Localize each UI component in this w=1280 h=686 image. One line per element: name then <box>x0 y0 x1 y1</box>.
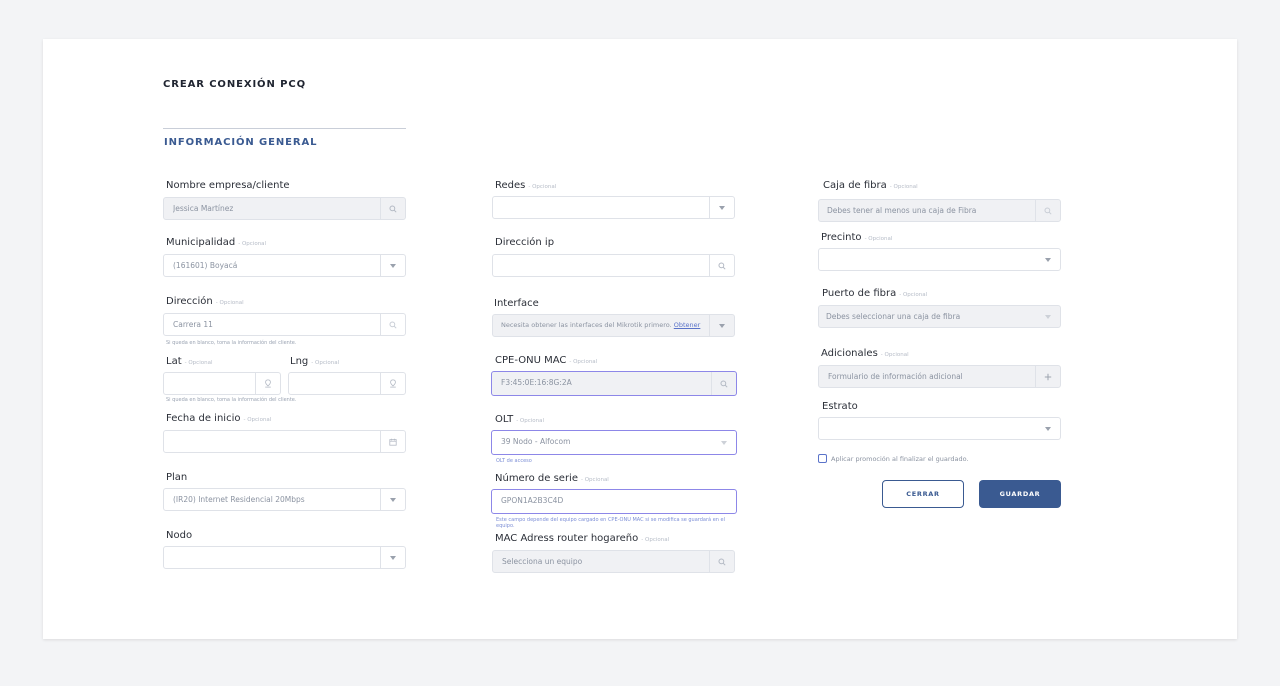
promo-checkbox-row[interactable]: Aplicar promoción al finalizar el guarda… <box>818 454 969 463</box>
direccion-hint: Si queda en blanco, toma la información … <box>166 340 297 346</box>
redes-select[interactable] <box>492 196 735 219</box>
municipalidad-select[interactable]: (161601) Boyacá <box>163 254 406 277</box>
puerto-fibra-select[interactable]: Debes seleccionar una caja de fibra <box>818 305 1061 328</box>
olt-hint: OLT de acceso <box>496 458 532 464</box>
mac-router-field[interactable]: Selecciona un equipo <box>492 550 735 573</box>
adicionales-label: Adicionales - Opcional <box>821 348 909 359</box>
precinto-label: Precinto - Opcional <box>821 232 893 243</box>
numero-serie-field[interactable]: GPON1A2B3C4D <box>491 489 737 514</box>
search-icon[interactable] <box>711 372 736 395</box>
nodo-select[interactable] <box>163 546 406 569</box>
olt-value: 39 Nodo - Alfocom <box>501 437 571 446</box>
chevron-down-icon[interactable] <box>380 547 405 568</box>
fecha-inicio-field[interactable] <box>163 430 406 453</box>
redes-label: Redes - Opcional <box>495 180 557 191</box>
interface-message: Necesita obtener las interfaces del Mikr… <box>501 321 701 329</box>
section-title: INFORMACIÓN GENERAL <box>164 137 318 148</box>
promo-checkbox[interactable] <box>818 454 827 463</box>
puerto-fibra-label: Puerto de fibra - Opcional <box>822 288 928 299</box>
chevron-down-icon[interactable] <box>709 315 734 336</box>
lng-field[interactable] <box>288 372 406 395</box>
chevron-down-icon[interactable] <box>1035 249 1060 270</box>
chevron-down-icon[interactable] <box>380 489 405 510</box>
nombre-label: Nombre empresa/cliente <box>166 180 290 191</box>
cpe-onu-mac-label: CPE-ONU MAC - Opcional <box>495 355 598 366</box>
promo-checkbox-label: Aplicar promoción al finalizar el guarda… <box>831 454 969 463</box>
olt-select[interactable]: 39 Nodo - Alfocom <box>491 430 737 455</box>
precinto-select[interactable] <box>818 248 1061 271</box>
search-icon[interactable] <box>380 198 405 219</box>
location-pin-icon[interactable] <box>255 373 280 394</box>
caja-fibra-field[interactable]: Debes tener al menos una caja de Fibra <box>818 199 1061 222</box>
cancel-button[interactable]: CERRAR <box>882 480 964 508</box>
puerto-fibra-placeholder: Debes seleccionar una caja de fibra <box>826 312 961 321</box>
adicionales-field[interactable]: Formulario de información adicional <box>818 365 1061 388</box>
chevron-down-icon[interactable] <box>1035 306 1060 327</box>
interface-label: Interface <box>494 298 539 309</box>
search-icon[interactable] <box>709 551 734 572</box>
direccion-label: Dirección - Opcional <box>166 296 244 307</box>
direccion-field[interactable]: Carrera 11 <box>163 313 406 336</box>
interface-select[interactable]: Necesita obtener las interfaces del Mikr… <box>492 314 735 337</box>
caja-fibra-label: Caja de fibra - Opcional <box>823 180 918 191</box>
adicionales-placeholder: Formulario de información adicional <box>828 372 963 381</box>
latlng-hint: Si queda en blanco, toma la información … <box>166 397 297 403</box>
estrato-label: Estrato <box>822 401 858 412</box>
search-icon[interactable] <box>380 314 405 335</box>
calendar-icon[interactable] <box>380 431 405 452</box>
plus-icon[interactable] <box>1035 366 1060 387</box>
cpe-onu-mac-value: F3:45:0E:16:8G:2A <box>501 378 572 387</box>
chevron-down-icon[interactable] <box>1035 418 1060 439</box>
municipalidad-label: Municipalidad - Opcional <box>166 237 267 248</box>
numero-serie-hint: Este campo depende del equipo cargado en… <box>496 517 725 529</box>
nombre-cliente-value: Jessica Martínez <box>173 204 234 213</box>
municipalidad-value: (161601) Boyacá <box>173 261 238 270</box>
direccion-value: Carrera 11 <box>173 320 213 329</box>
search-icon[interactable] <box>1035 200 1060 221</box>
estrato-select[interactable] <box>818 417 1061 440</box>
page-title: CREAR CONEXIÓN PCQ <box>163 79 306 90</box>
lat-field[interactable] <box>163 372 281 395</box>
mac-router-placeholder: Selecciona un equipo <box>502 557 583 566</box>
obtener-link[interactable]: Obtener <box>674 321 701 329</box>
numero-serie-value: GPON1A2B3C4D <box>501 496 564 505</box>
chevron-down-icon[interactable] <box>380 255 405 276</box>
plan-value: (IR20) Internet Residencial 20Mbps <box>173 495 305 504</box>
lat-label: Lat - Opcional <box>166 356 213 367</box>
caja-fibra-placeholder: Debes tener al menos una caja de Fibra <box>827 206 977 215</box>
save-button[interactable]: GUARDAR <box>979 480 1061 508</box>
nodo-label: Nodo <box>166 530 193 541</box>
chevron-down-icon[interactable] <box>711 431 736 454</box>
plan-select[interactable]: (IR20) Internet Residencial 20Mbps <box>163 488 406 511</box>
cpe-onu-mac-field[interactable]: F3:45:0E:16:8G:2A <box>491 371 737 396</box>
direccion-ip-label: Dirección ip <box>495 237 555 248</box>
numero-serie-label: Número de serie - Opcional <box>495 473 609 484</box>
fecha-inicio-label: Fecha de inicio - Opcional <box>166 413 272 424</box>
nombre-cliente-field[interactable]: Jessica Martínez <box>163 197 406 220</box>
chevron-down-icon[interactable] <box>709 197 734 218</box>
mac-router-label: MAC Adress router hogareño - Opcional <box>495 533 670 544</box>
direccion-ip-field[interactable] <box>492 254 735 277</box>
location-pin-icon[interactable] <box>380 373 405 394</box>
section-divider <box>163 128 406 129</box>
search-icon[interactable] <box>709 255 734 276</box>
olt-label: OLT - Opcional <box>495 414 545 425</box>
lng-label: Lng - Opcional <box>290 356 340 367</box>
plan-label: Plan <box>166 472 188 483</box>
